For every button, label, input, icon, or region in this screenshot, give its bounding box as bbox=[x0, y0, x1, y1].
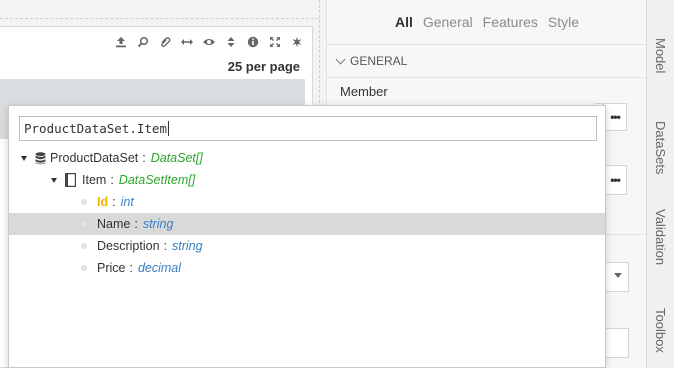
field-dot-icon bbox=[81, 221, 87, 227]
search-icon[interactable] bbox=[134, 33, 152, 51]
separator: : bbox=[142, 151, 146, 165]
tab-style[interactable]: Style bbox=[548, 14, 579, 30]
divider bbox=[327, 44, 647, 45]
page-size-selector[interactable]: 25 per page bbox=[228, 59, 300, 74]
tree-node-productdataset[interactable]: ProductDataSet : DataSet[] bbox=[9, 147, 605, 169]
tab-all[interactable]: All bbox=[395, 14, 413, 30]
tab-features[interactable]: Features bbox=[483, 14, 538, 30]
tree-node-type: string bbox=[142, 217, 174, 231]
separator: : bbox=[110, 173, 114, 187]
field-dot-icon bbox=[81, 243, 87, 249]
fullscreen-icon[interactable] bbox=[266, 33, 284, 51]
member-picker-popup: ProductDataSet.Item ProductDataSet : Dat… bbox=[8, 105, 606, 368]
separator: : bbox=[163, 239, 168, 253]
field-dot-icon bbox=[81, 199, 87, 205]
tree-node-type: DataSetItem[] bbox=[118, 173, 196, 187]
member-ellipsis-button[interactable]: ••• bbox=[603, 103, 627, 131]
attach-icon[interactable] bbox=[156, 33, 174, 51]
tree-node-name: Item bbox=[82, 173, 107, 187]
separator: : bbox=[134, 217, 138, 231]
tree-node-field-price[interactable]: Price : decimal bbox=[9, 257, 605, 279]
tree-node-name: Name bbox=[97, 217, 131, 231]
side-tab-datasets[interactable]: DataSets bbox=[653, 121, 668, 174]
tree-node-name: Description bbox=[97, 239, 160, 253]
tree-node-name: ProductDataSet bbox=[50, 151, 139, 165]
sort-icon[interactable] bbox=[222, 33, 240, 51]
text-cursor bbox=[168, 121, 169, 136]
expand-toggle-icon[interactable] bbox=[21, 155, 27, 161]
chevron-down-icon bbox=[335, 54, 346, 64]
designer-guide-horizontal bbox=[0, 18, 319, 19]
separator: : bbox=[129, 261, 133, 275]
database-icon bbox=[35, 151, 46, 164]
tree-node-field-description[interactable]: Description : string bbox=[9, 235, 605, 257]
upload-icon[interactable] bbox=[112, 33, 130, 51]
divider bbox=[327, 77, 647, 78]
expand-toggle-icon[interactable] bbox=[51, 177, 57, 183]
side-tab-bar: Model DataSets Validation Toolbox bbox=[646, 0, 674, 368]
side-tab-validation[interactable]: Validation bbox=[653, 209, 668, 265]
grid-toolbar bbox=[112, 33, 306, 51]
property-ellipsis-button[interactable]: ••• bbox=[603, 165, 627, 195]
member-tree: ProductDataSet : DataSet[] Item : DataSe… bbox=[9, 147, 605, 279]
chevron-down-icon bbox=[614, 273, 622, 278]
side-tab-toolbox[interactable]: Toolbox bbox=[653, 308, 668, 353]
section-general-header[interactable]: GENERAL bbox=[335, 54, 408, 68]
properties-tabs: All General Features Style bbox=[327, 14, 647, 30]
field-dot-icon bbox=[81, 265, 87, 271]
document-icon bbox=[65, 173, 76, 187]
settings-icon[interactable] bbox=[288, 33, 306, 51]
member-label: Member bbox=[340, 84, 388, 99]
separator: : bbox=[112, 195, 116, 209]
eye-icon[interactable] bbox=[200, 33, 218, 51]
tree-node-type: DataSet[] bbox=[150, 151, 203, 165]
tab-general[interactable]: General bbox=[423, 14, 473, 30]
member-path-text: ProductDataSet.Item bbox=[24, 121, 167, 136]
side-tab-model[interactable]: Model bbox=[653, 38, 668, 73]
tree-node-item[interactable]: Item : DataSetItem[] bbox=[9, 169, 605, 191]
member-path-input[interactable]: ProductDataSet.Item bbox=[19, 116, 597, 141]
tree-node-field-id[interactable]: Id : int bbox=[9, 191, 605, 213]
tree-node-field-name[interactable]: Name : string bbox=[9, 213, 605, 235]
section-title: GENERAL bbox=[350, 54, 408, 68]
resize-horizontal-icon[interactable] bbox=[178, 33, 196, 51]
tree-node-type: decimal bbox=[137, 261, 182, 275]
tree-node-type: string bbox=[172, 239, 203, 253]
tree-node-name: Id bbox=[97, 195, 109, 209]
tree-node-type: int bbox=[120, 195, 134, 209]
tree-node-name: Price bbox=[97, 261, 126, 275]
info-icon[interactable] bbox=[244, 33, 262, 51]
